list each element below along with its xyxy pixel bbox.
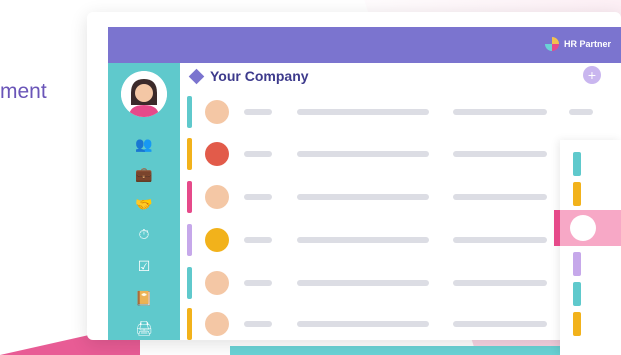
brand-logo-icon <box>544 37 559 51</box>
side-panel <box>560 140 621 355</box>
employee-avatar <box>205 312 229 336</box>
brand: HR Partner <box>544 37 611 51</box>
diamond-icon <box>188 68 205 84</box>
add-button[interactable]: + <box>583 66 601 84</box>
row-color-bar <box>187 308 192 340</box>
printer-icon[interactable]: 🖨 <box>135 319 153 337</box>
row-color-bar <box>187 267 192 299</box>
employee-avatar <box>205 271 229 295</box>
employee-avatar <box>205 228 229 252</box>
row-color-bar <box>187 138 192 170</box>
handshake-icon[interactable]: 🤝 <box>135 195 153 213</box>
list-item[interactable] <box>187 267 607 299</box>
employee-avatar <box>205 142 229 166</box>
sidebar: 👥 💼 🤝 ⏱ ☑ 📔 🖨 <box>108 63 180 340</box>
user-avatar[interactable] <box>121 71 167 117</box>
app-window: HR Partner 👥 💼 🤝 ⏱ ☑ 📔 🖨 Your Company + <box>87 12 621 340</box>
employee-avatar <box>570 215 596 241</box>
company-header: Your Company <box>188 68 309 84</box>
list-item[interactable] <box>187 308 607 340</box>
company-name: Your Company <box>210 68 309 84</box>
list-item[interactable] <box>187 181 607 213</box>
row-color-bar <box>187 224 192 256</box>
tagline-text: ment <box>0 80 47 103</box>
row-color-bar <box>187 181 192 213</box>
users-icon[interactable]: 👥 <box>135 135 153 153</box>
book-icon[interactable]: 📔 <box>135 289 153 307</box>
selected-employee-card[interactable] <box>554 210 621 246</box>
row-color-bar <box>187 96 192 128</box>
top-bar: HR Partner <box>108 27 621 63</box>
list-item[interactable] <box>187 96 607 128</box>
list-item[interactable] <box>187 138 607 170</box>
briefcase-icon[interactable]: 💼 <box>135 165 153 183</box>
brand-name: HR Partner <box>563 39 611 49</box>
checkbox-icon[interactable]: ☑ <box>135 257 153 275</box>
clock-icon[interactable]: ⏱ <box>135 225 153 243</box>
list-item[interactable] <box>187 224 607 256</box>
employee-avatar <box>205 100 229 124</box>
employee-avatar <box>205 185 229 209</box>
